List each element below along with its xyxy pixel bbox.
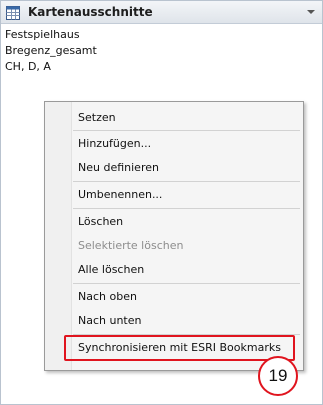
menu-item-nach-unten[interactable]: Nach unten [78,313,141,329]
context-menu: Setzen Hinzufügen... Neu definieren Umbe… [44,101,304,371]
menu-separator [73,283,300,284]
menu-item-setzen[interactable]: Setzen [78,110,116,126]
menu-item-selektierte-loeschen: Selektierte löschen [78,239,184,252]
menu-item-hinzufuegen[interactable]: Hinzufügen... [78,136,151,152]
menu-separator [73,208,300,209]
annotation-highlight-box [64,335,295,361]
menu-separator [73,130,300,131]
menu-separator [73,181,300,182]
menu-icon-gutter [45,102,72,370]
menu-item-alle-loeschen[interactable]: Alle löschen [78,262,144,278]
menu-item-loeschen[interactable]: Löschen [78,214,123,230]
title-bar: Kartenausschnitte [1,1,322,24]
menu-item-neu-definieren[interactable]: Neu definieren [78,160,159,176]
table-grid-icon [6,5,20,20]
list-item[interactable]: Bregenz_gesamt [5,43,97,59]
chevron-down-icon[interactable] [307,10,315,14]
list-item[interactable]: CH, D, A [5,59,97,75]
list-item[interactable]: Festspielhaus [5,27,97,43]
menu-item-nach-oben[interactable]: Nach oben [78,289,137,305]
annotation-number-badge: 19 [258,356,298,396]
menu-item-umbenennen[interactable]: Umbenennen... [78,187,162,203]
bookmark-list[interactable]: Festspielhaus Bregenz_gesamt CH, D, A [5,27,97,75]
window-title: Kartenausschnitte [28,5,153,19]
